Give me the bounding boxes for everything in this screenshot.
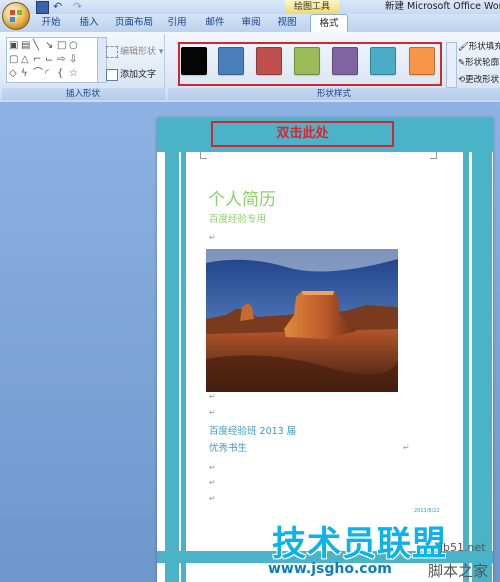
office-button[interactable] (2, 2, 30, 30)
right-border-line (463, 118, 469, 582)
diamond-shape-icon[interactable]: ◇ (9, 68, 17, 79)
shape-styles-group-label: 形状样式 (168, 88, 500, 100)
brace-shape-icon[interactable]: { (57, 68, 63, 79)
desert-photo-image (206, 249, 398, 392)
add-text-icon (106, 68, 118, 81)
edit-shape-button[interactable]: 编辑形状 ▾ (106, 44, 163, 58)
lightning-shape-icon[interactable]: ϟ (21, 68, 28, 79)
tab-review[interactable]: 审阅 (236, 14, 266, 32)
margin-corner-mark (430, 152, 437, 159)
student-line[interactable]: 优秀书生 (209, 440, 247, 454)
class-line[interactable]: 百度经验班 2013 届 (209, 423, 296, 437)
paragraph-mark: ↵ (209, 233, 216, 242)
style-gallery-highlight (178, 42, 442, 86)
tab-mailings[interactable]: 邮件 (200, 14, 230, 32)
right-border-band (472, 118, 492, 582)
rounded-rectangle-shape-icon[interactable]: ▢ (9, 54, 18, 65)
resume-title[interactable]: 个人简历 (208, 185, 276, 210)
paragraph-mark: ↵ (209, 408, 216, 417)
add-text-label: 添加文字 (120, 70, 157, 80)
edit-shape-icon (106, 45, 118, 58)
right-arrow-shape-icon[interactable]: ⇨ (57, 54, 65, 65)
header-callout[interactable]: 双击此处 (211, 121, 394, 147)
desert-mesa-photo[interactable] (206, 249, 398, 392)
arc-shape-icon[interactable]: ◜ (45, 68, 49, 79)
style-gallery-scroll[interactable] (446, 42, 457, 88)
left-border-line (181, 118, 186, 582)
down-arrow-shape-icon[interactable]: ⇩ (69, 54, 77, 65)
rectangle-shape-icon[interactable]: □ (57, 40, 66, 51)
margin-corner-mark (200, 152, 207, 159)
tab-format[interactable]: 格式 (310, 14, 348, 33)
tab-page-layout[interactable]: 页面布局 (110, 14, 158, 32)
change-shape-label: 更改形状 (465, 75, 500, 85)
vertical-textbox-shape-icon[interactable]: ▤ (21, 40, 30, 51)
drawing-tools-context-tab: 绘图工具 (285, 0, 339, 14)
paragraph-mark: ↵ (209, 463, 216, 472)
add-text-button[interactable]: 添加文字 (106, 67, 156, 81)
connector-shape-icon[interactable]: ⌐ (33, 54, 41, 65)
tab-insert[interactable]: 插入 (74, 14, 104, 32)
arrow-line-shape-icon[interactable]: ↘ (45, 40, 53, 51)
paragraph-mark: ↵ (403, 443, 410, 452)
curve-shape-icon[interactable]: ⌒ (33, 68, 43, 79)
line-shape-icon[interactable]: ╲ (33, 40, 39, 51)
redo-icon[interactable]: ↷ (73, 0, 82, 13)
save-icon[interactable] (36, 1, 49, 14)
paragraph-mark: ↵ (209, 392, 216, 401)
watermark-main: 技术员联盟 (272, 524, 447, 564)
triangle-shape-icon[interactable]: △ (21, 54, 29, 65)
undo-icon[interactable]: ↶ (53, 0, 62, 13)
shape-gallery[interactable]: ▣ ▤ ╲ ↘ □ ○ ▢ △ ⌐ ⌙ ⇨ ⇩ ◇ ϟ ⌒ ◜ { ☆ (6, 37, 98, 83)
insert-shapes-group-label: 插入形状 (2, 88, 164, 100)
watermark-url: www.jsgho.com (268, 561, 392, 577)
star-shape-icon[interactable]: ☆ (69, 68, 78, 79)
tab-references[interactable]: 引用 (162, 14, 192, 32)
shape-fill-label: 形状填充 (468, 42, 500, 52)
shape-outline-button[interactable]: ✎形状轮廓 (458, 56, 499, 68)
paint-bucket-icon: 🖌 (458, 42, 469, 52)
tab-view[interactable]: 视图 (272, 14, 302, 32)
date-label[interactable]: 2013/8/22 (414, 508, 440, 514)
oval-shape-icon[interactable]: ○ (69, 40, 78, 51)
resume-subtitle[interactable]: 百度经验专用 (209, 211, 266, 225)
paragraph-mark: ↵ (209, 494, 216, 503)
shape-outline-label: 形状轮廓 (465, 58, 500, 68)
window-title: 新建 Microsoft Office Word (385, 1, 500, 12)
watermark-side-top: jb51.net (440, 541, 486, 554)
tab-home[interactable]: 开始 (30, 14, 72, 32)
paragraph-mark: ↵ (209, 478, 216, 487)
shape-fill-button[interactable]: 🖌形状填充 (458, 40, 500, 52)
left-border-band (165, 118, 179, 582)
watermark-side-bottom: 脚本之家 (428, 562, 489, 580)
change-shape-button[interactable]: ⟲更改形状 (458, 73, 499, 85)
edit-shape-label: 编辑形状 (120, 47, 157, 57)
elbow-connector-shape-icon[interactable]: ⌙ (45, 54, 53, 65)
textbox-shape-icon[interactable]: ▣ (9, 40, 18, 51)
office-logo-icon (10, 10, 22, 22)
